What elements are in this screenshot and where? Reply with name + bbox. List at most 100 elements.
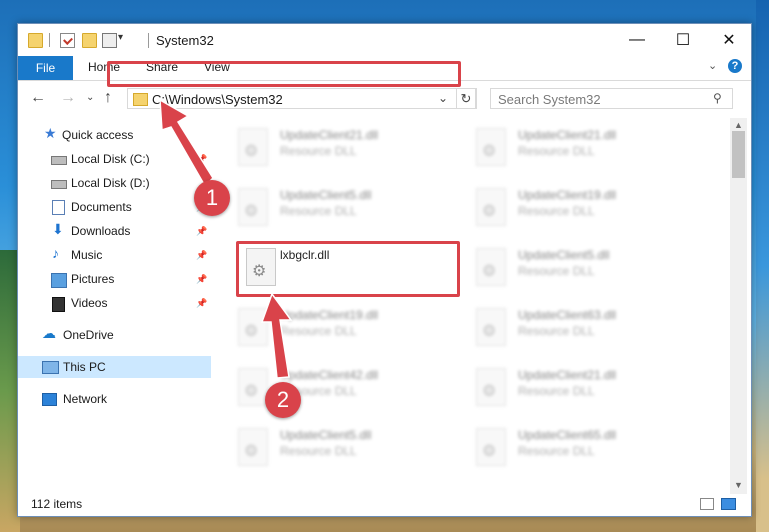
file-type: Resource DLL [518, 144, 595, 158]
sidebar-item-local-disk-c[interactable]: Local Disk (C:) 📌 [18, 148, 211, 170]
file-item[interactable]: UpdateClient19.dll Resource DLL [232, 302, 462, 358]
address-bar-highlight [107, 61, 461, 87]
recent-locations-icon[interactable]: ⌄ [86, 92, 94, 103]
dll-file-icon [238, 428, 268, 466]
divider [49, 33, 50, 47]
address-path[interactable]: C:\Windows\System32 [152, 92, 283, 107]
sidebar-item-pictures[interactable]: Pictures 📌 [18, 268, 211, 290]
sidebar-item-music[interactable]: ♪ Music 📌 [18, 244, 211, 266]
up-arrow-icon[interactable]: ↑ [104, 89, 112, 107]
file-type: Resource DLL [518, 204, 595, 218]
file-type: Resource DLL [518, 324, 595, 338]
expand-ribbon-icon[interactable]: ⌄ [708, 59, 717, 72]
search-placeholder: Search System32 [498, 92, 601, 107]
dll-file-icon [238, 188, 268, 226]
dll-file-icon [476, 128, 506, 166]
dll-file-icon [238, 308, 268, 346]
sidebar-item-label: Videos [71, 296, 108, 310]
help-icon[interactable]: ? [728, 59, 742, 73]
file-type: Resource DLL [280, 204, 357, 218]
minimize-button[interactable]: — [614, 24, 660, 56]
network-icon [42, 393, 57, 406]
this-pc-icon [42, 361, 59, 374]
address-dropdown-icon[interactable]: ⌄ [438, 91, 448, 105]
sidebar-item-label: Music [71, 248, 103, 262]
sidebar-item-local-disk-d[interactable]: Local Disk (D:) [18, 172, 211, 194]
title-bar: ▾ System32 — ☐ ✕ [18, 24, 751, 56]
details-view-icon[interactable] [700, 498, 714, 510]
pin-icon[interactable]: 📌 [196, 154, 207, 165]
sidebar-item-label: Local Disk (D:) [71, 176, 150, 190]
quick-access-dropdown-icon[interactable]: ▾ [118, 32, 123, 43]
address-bar[interactable]: C:\Windows\System32 ⌄ [127, 88, 477, 109]
sidebar-item-downloads[interactable]: ⬇ Downloads 📌 [18, 220, 211, 242]
file-type: Resource DLL [280, 144, 357, 158]
step-2-badge: 2 [265, 382, 301, 418]
pin-icon[interactable]: 📌 [196, 226, 207, 237]
file-type: Resource DLL [518, 444, 595, 458]
file-item[interactable]: UpdateClient5.dll Resource DLL [232, 182, 462, 238]
desktop-background-right [756, 0, 769, 532]
documents-icon [52, 200, 65, 215]
file-item[interactable]: UpdateClient65.dll Resource DLL [470, 422, 700, 478]
status-bar: 112 items [18, 494, 751, 516]
pin-icon[interactable]: 📌 [196, 250, 207, 261]
file-name: UpdateClient19.dll [280, 308, 379, 322]
file-highlight [236, 241, 460, 297]
folder-icon[interactable] [28, 33, 43, 48]
vertical-scrollbar[interactable]: ▲ ▼ [730, 118, 747, 494]
sidebar-item-videos[interactable]: Videos 📌 [18, 292, 211, 314]
downloads-icon: ⬇ [52, 221, 64, 237]
scroll-up-icon[interactable]: ▲ [734, 120, 743, 130]
scroll-down-icon[interactable]: ▼ [734, 480, 743, 490]
file-item[interactable]: UpdateClient63.dll Resource DLL [470, 302, 700, 358]
file-item[interactable]: UpdateClient19.dll Resource DLL [470, 182, 700, 238]
file-name: UpdateClient5.dll [280, 428, 372, 442]
sidebar-item-this-pc[interactable]: This PC [18, 356, 211, 378]
dll-file-icon [476, 428, 506, 466]
maximize-button[interactable]: ☐ [660, 24, 706, 56]
tab-file[interactable]: File [18, 56, 73, 80]
pictures-icon [51, 273, 67, 288]
back-arrow-icon[interactable]: ← [30, 89, 46, 107]
divider [148, 33, 149, 48]
customize-toolbar-icon[interactable] [102, 33, 117, 48]
file-name: UpdateClient42.dll [280, 368, 379, 382]
file-item[interactable]: UpdateClient5.dll Resource DLL [232, 422, 462, 478]
navigation-pane: ★ Quick access Local Disk (C:) 📌 Local D… [18, 118, 211, 494]
sidebar-item-label: Pictures [71, 272, 115, 286]
new-folder-icon[interactable] [82, 33, 97, 48]
search-icon[interactable]: ⚲ [713, 91, 722, 105]
file-item[interactable]: UpdateClient21.dll Resource DLL [470, 122, 700, 178]
properties-icon[interactable] [60, 33, 75, 48]
file-item[interactable]: UpdateClient21.dll Resource DLL [232, 122, 462, 178]
sidebar-item-label: This PC [63, 360, 106, 374]
sidebar-item-documents[interactable]: Documents 📌 [18, 196, 211, 218]
file-name: UpdateClient21.dll [518, 368, 617, 382]
search-input[interactable]: Search System32 ⚲ [490, 88, 733, 109]
step-1-badge: 1 [194, 180, 230, 216]
close-button[interactable]: ✕ [706, 24, 752, 56]
sidebar-item-label: Local Disk (C:) [71, 152, 150, 166]
pin-icon[interactable]: 📌 [196, 298, 207, 309]
file-name: UpdateClient5.dll [518, 248, 610, 262]
dll-file-icon [238, 368, 268, 406]
dll-file-icon [476, 368, 506, 406]
large-icons-view-icon[interactable] [721, 498, 736, 510]
scrollbar-thumb[interactable] [732, 131, 745, 178]
sidebar-item-onedrive[interactable]: ☁ OneDrive [18, 324, 211, 346]
music-icon: ♪ [52, 245, 59, 261]
file-item[interactable]: UpdateClient21.dll Resource DLL [470, 362, 700, 418]
folder-icon [133, 93, 148, 106]
sidebar-item-network[interactable]: Network [18, 388, 211, 410]
sidebar-item-quick-access[interactable]: ★ Quick access [18, 124, 211, 146]
sidebar-item-label: Quick access [62, 128, 134, 142]
sidebar-item-label: OneDrive [63, 328, 114, 342]
forward-arrow-icon[interactable]: → [60, 89, 76, 107]
refresh-icon[interactable]: ↻ [456, 88, 476, 109]
pin-icon[interactable]: 📌 [196, 274, 207, 285]
dll-file-icon [476, 188, 506, 226]
onedrive-icon: ☁ [42, 325, 56, 341]
sidebar-item-label: Downloads [71, 224, 131, 238]
file-item[interactable]: UpdateClient5.dll Resource DLL [470, 242, 700, 298]
